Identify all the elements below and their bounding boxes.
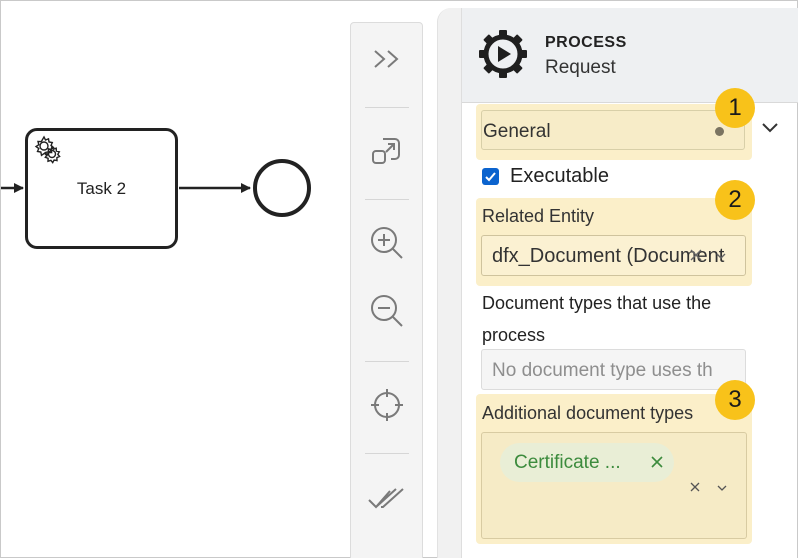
clear-icon[interactable] [689, 248, 703, 262]
executable-row[interactable]: Executable [482, 165, 609, 188]
validate-button[interactable] [351, 473, 422, 525]
zoom-in-button[interactable] [351, 217, 422, 269]
doc-types-label: Document types that use the process [482, 293, 712, 345]
toolbar-separator [365, 453, 409, 454]
canvas-toolbar [350, 22, 423, 558]
toolbar-separator [365, 107, 409, 108]
additional-doc-types-select[interactable]: Certificate ... [481, 432, 747, 539]
collapse-panel-button[interactable] [351, 33, 422, 85]
additional-doc-types-label: Additional document types [482, 403, 694, 423]
selected-tag[interactable]: Certificate ... [500, 443, 674, 482]
fit-viewport-button[interactable] [351, 125, 422, 177]
task-label: Task 2 [76, 179, 127, 198]
element-type: PROCESS [545, 34, 627, 51]
checkmark-icon [485, 172, 496, 182]
service-task[interactable]: Task 2 [25, 128, 178, 249]
toolbar-separator [365, 361, 409, 362]
chevron-down-icon[interactable] [715, 251, 727, 261]
double-chevron-right-icon [373, 50, 399, 68]
element-name: Request [545, 57, 616, 78]
clear-all-icon[interactable] [689, 481, 701, 493]
general-group-header[interactable]: General [481, 110, 745, 150]
panel-header: PROCESS Request [462, 8, 798, 103]
doc-types-placeholder: No document type uses th [492, 360, 713, 381]
properties-panel: PROCESS Request General Executable Relat… [461, 8, 798, 558]
zoom-in-icon [370, 227, 403, 259]
executable-checkbox[interactable] [482, 168, 499, 185]
remove-tag-icon[interactable] [650, 455, 664, 469]
doc-types-field: No document type uses th [481, 349, 746, 390]
related-entity-select[interactable]: dfx_Document (Document [481, 235, 746, 276]
zoom-out-icon [370, 295, 403, 327]
zoom-out-button[interactable] [351, 285, 422, 337]
toolbar-separator [365, 199, 409, 200]
service-task-gear-icon [34, 135, 61, 164]
double-check-icon [367, 488, 404, 509]
callout-badge-1: 1 [715, 88, 755, 128]
callout-badge-3: 3 [715, 380, 755, 420]
fit-screen-icon [371, 138, 400, 164]
selected-tag-label: Certificate ... [514, 451, 621, 473]
panel-resize-strip[interactable] [437, 8, 461, 558]
end-event[interactable] [253, 159, 311, 217]
callout-badge-2: 2 [715, 180, 755, 220]
executable-label: Executable [510, 165, 609, 187]
process-gear-icon [479, 30, 527, 78]
general-group-label: General [483, 121, 551, 142]
center-button[interactable] [351, 379, 422, 431]
group-status-dot [715, 127, 724, 136]
crosshair-icon [370, 389, 403, 421]
chevron-down-icon[interactable] [760, 118, 780, 138]
related-entity-label: Related Entity [482, 206, 595, 226]
chevron-down-icon[interactable] [716, 483, 728, 493]
